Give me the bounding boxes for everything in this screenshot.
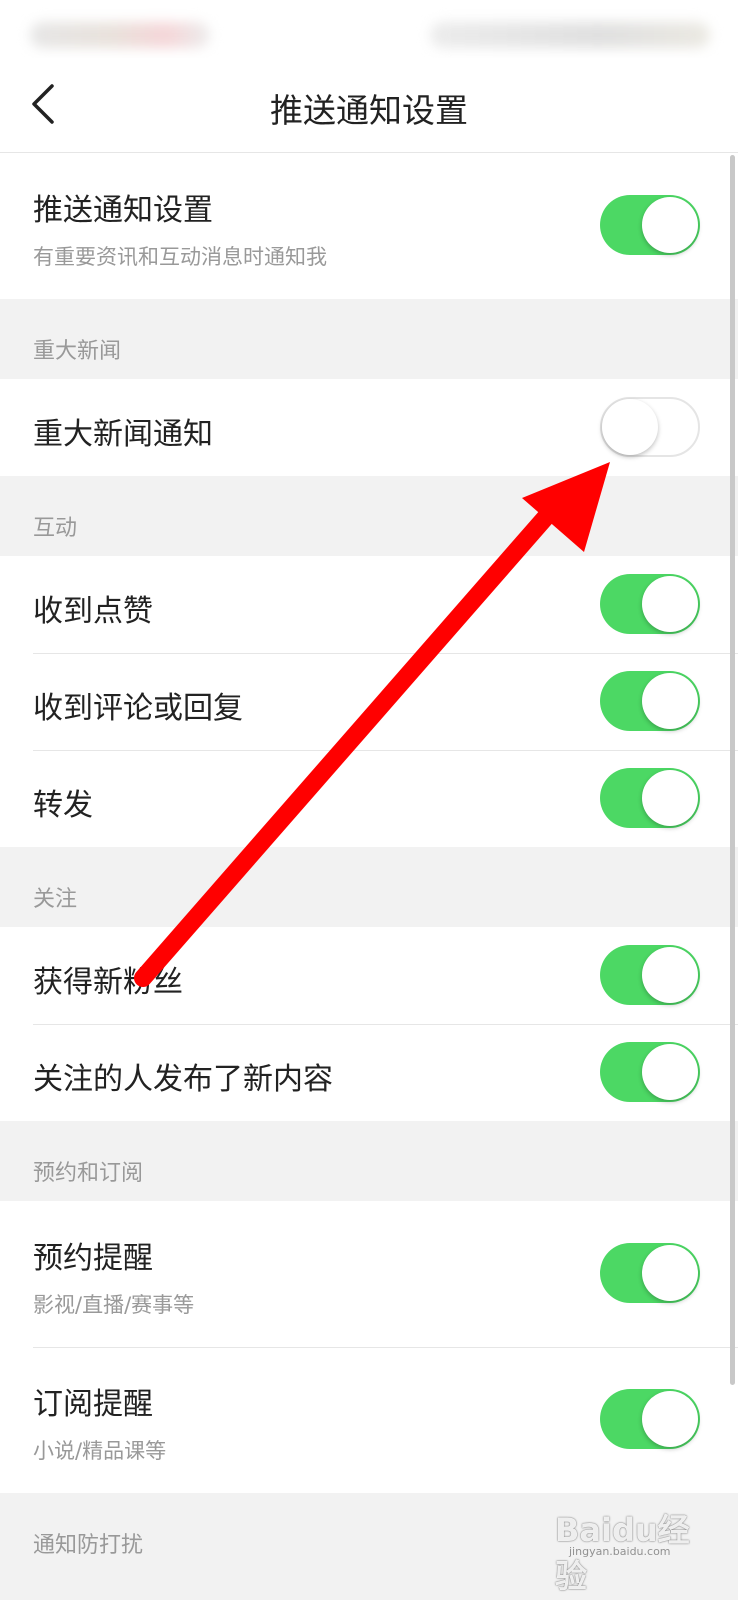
major-news-toggle[interactable]	[600, 397, 700, 457]
new-followers-toggle[interactable]	[600, 945, 700, 1005]
subscription-reminder-row: 订阅提醒 小说/精品课等	[0, 1347, 738, 1493]
navigation-bar: 推送通知设置	[0, 58, 738, 153]
toggle-knob	[642, 1391, 698, 1447]
forward-label: 转发	[33, 788, 93, 823]
followed-new-content-label: 关注的人发布了新内容	[33, 1062, 333, 1097]
toggle-knob	[602, 399, 658, 455]
comments-label: 收到评论或回复	[33, 691, 243, 726]
new-followers-label: 获得新粉丝	[33, 965, 183, 1000]
major-news-group: 重大新闻通知	[0, 379, 738, 476]
reservation-reminder-subtitle: 影视/直播/赛事等	[33, 1293, 195, 1317]
subscription-reminder-toggle[interactable]	[600, 1389, 700, 1449]
section-header-follow: 关注	[0, 847, 738, 927]
major-news-row: 重大新闻通知	[0, 379, 738, 476]
likes-toggle[interactable]	[600, 574, 700, 634]
likes-label: 收到点赞	[33, 594, 153, 629]
comments-toggle[interactable]	[600, 671, 700, 731]
top-settings-group: 推送通知设置 有重要资讯和互动消息时通知我	[0, 153, 738, 299]
section-header-interaction: 互动	[0, 476, 738, 556]
reservation-group: 预约提醒 影视/直播/赛事等 订阅提醒 小说/精品课等	[0, 1201, 738, 1493]
status-bar	[0, 0, 738, 58]
reservation-reminder-label: 预约提醒	[33, 1241, 153, 1276]
toggle-knob	[642, 673, 698, 729]
likes-row: 收到点赞	[0, 556, 738, 653]
subscription-reminder-subtitle: 小说/精品课等	[33, 1439, 167, 1463]
subscription-reminder-label: 订阅提醒	[33, 1387, 153, 1422]
followed-new-content-row: 关注的人发布了新内容	[0, 1024, 738, 1121]
comments-row: 收到评论或回复	[0, 653, 738, 750]
back-button[interactable]	[22, 80, 70, 128]
push-notification-master-row: 推送通知设置 有重要资讯和互动消息时通知我	[0, 153, 738, 299]
push-notification-master-label: 推送通知设置	[33, 193, 213, 228]
major-news-label: 重大新闻通知	[33, 417, 213, 452]
forward-toggle[interactable]	[600, 768, 700, 828]
toggle-knob	[642, 1044, 698, 1100]
scrollbar[interactable]	[730, 155, 735, 1385]
chevron-left-icon	[32, 84, 54, 124]
toggle-knob	[642, 197, 698, 253]
push-notification-master-subtitle: 有重要资讯和互动消息时通知我	[33, 245, 327, 269]
reservation-reminder-toggle[interactable]	[600, 1243, 700, 1303]
toggle-knob	[642, 1245, 698, 1301]
toggle-knob	[642, 947, 698, 1003]
follow-group: 获得新粉丝 关注的人发布了新内容	[0, 927, 738, 1121]
settings-list: 推送通知设置 有重要资讯和互动消息时通知我 重大新闻 重大新闻通知 互动 收到点…	[0, 153, 738, 1600]
forward-row: 转发	[0, 750, 738, 847]
toggle-knob	[642, 576, 698, 632]
reservation-reminder-row: 预约提醒 影视/直播/赛事等	[0, 1201, 738, 1347]
section-header-major-news: 重大新闻	[0, 299, 738, 379]
followed-new-content-toggle[interactable]	[600, 1042, 700, 1102]
page-title: 推送通知设置	[270, 91, 468, 130]
status-bar-left-blurred	[30, 22, 210, 48]
new-followers-row: 获得新粉丝	[0, 927, 738, 1024]
section-header-reservation: 预约和订阅	[0, 1121, 738, 1201]
interaction-group: 收到点赞 收到评论或回复 转发	[0, 556, 738, 847]
section-header-do-not-disturb: 通知防打扰	[0, 1493, 738, 1573]
toggle-knob	[642, 770, 698, 826]
push-notification-master-toggle[interactable]	[600, 195, 700, 255]
status-bar-right-blurred	[430, 22, 710, 48]
